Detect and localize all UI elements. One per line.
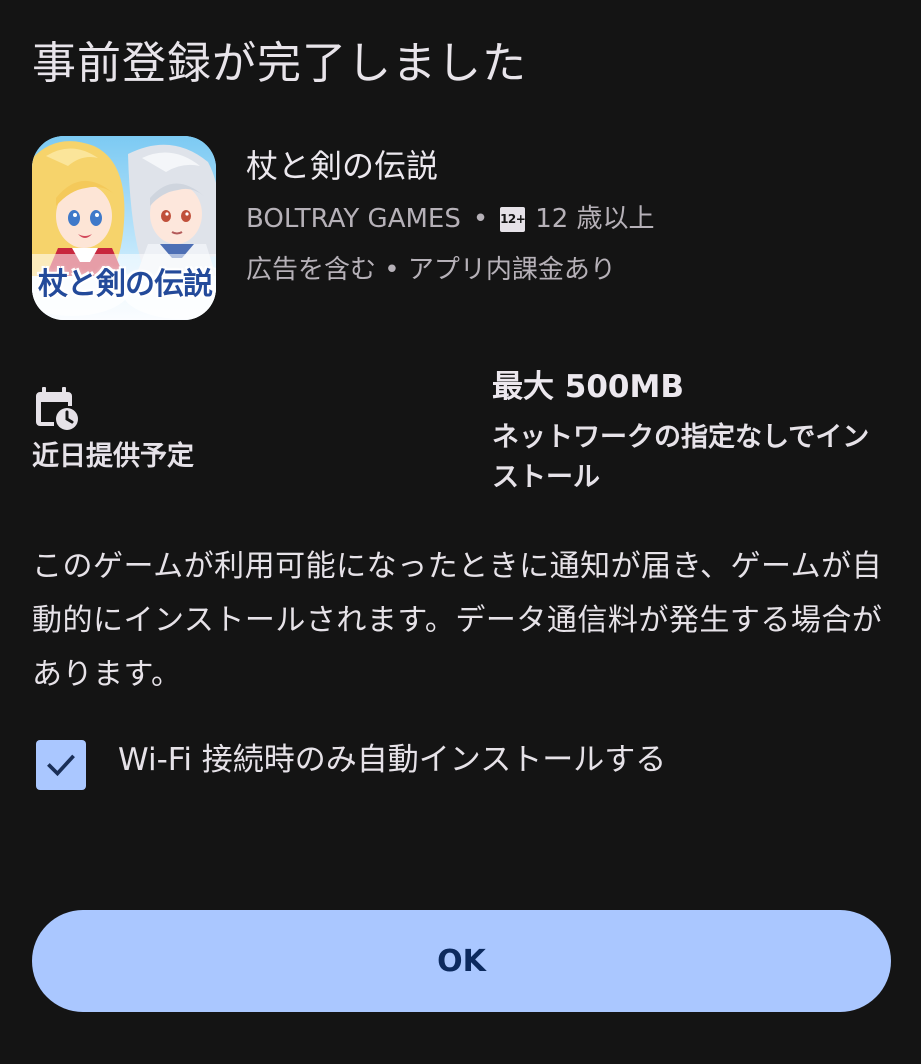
app-logo-text: 杖と剣の伝説 — [38, 267, 213, 302]
age-rating-text: 12 歳以上 — [535, 204, 655, 234]
app-name: 杖と剣の伝説 — [246, 147, 439, 185]
separator-dot: • — [472, 204, 489, 234]
release-status-label: 近日提供予定 — [32, 441, 194, 472]
dialog-title: 事前登録が完了しました — [32, 38, 527, 89]
developer-name: BOLTRAY GAMES — [246, 204, 461, 234]
age-rating-badge-icon: 12+ — [500, 206, 526, 232]
checkmark-icon — [47, 754, 75, 777]
auto-install-description: このゲームが利用可能になったときに通知が届き、ゲームが自動的にインストールされま… — [32, 549, 883, 692]
ok-button[interactable]: OK — [32, 910, 891, 1012]
network-install-note: ネットワークの指定なしでインストール — [492, 422, 870, 493]
app-meta-developer-line: BOLTRAY GAMES • 12+ 12 歳以上 — [246, 201, 655, 237]
wifi-only-checkbox[interactable] — [36, 740, 86, 790]
app-monetization-info: 広告を含む • アプリ内課金あり — [246, 255, 616, 285]
download-size: 最大 500MB — [492, 369, 684, 405]
wifi-only-label[interactable]: Wi-Fi 接続時のみ自動インストールする — [118, 738, 666, 782]
app-icon: 杖と剣の伝説 — [32, 136, 216, 320]
calendar-clock-icon — [34, 386, 80, 432]
